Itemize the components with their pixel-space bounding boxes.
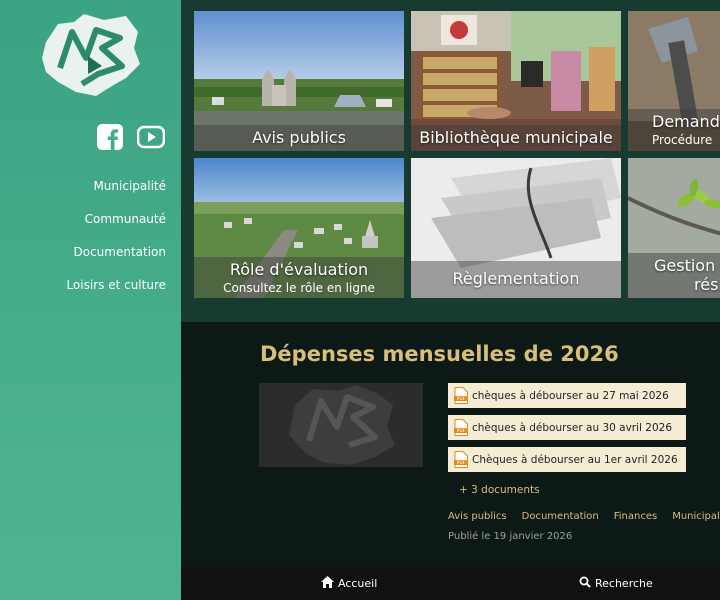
tags-list: Avis publics Documentation Finances Muni…: [448, 511, 720, 522]
search-label: Recherche: [595, 577, 653, 590]
more-documents-link[interactable]: + 3 documents: [459, 484, 540, 496]
facebook-icon[interactable]: [97, 124, 123, 154]
home-button[interactable]: Accueil: [321, 576, 377, 591]
tile-gestion-residus[interactable]: Gestion d rési: [628, 158, 720, 298]
home-label: Accueil: [338, 577, 378, 590]
tile-reglementation[interactable]: Règlementation: [411, 158, 621, 298]
menu-item-documentation[interactable]: Documentation: [66, 244, 166, 277]
tile-title: Bibliothèque municipale: [419, 128, 613, 147]
svg-text:PDF: PDF: [457, 460, 466, 466]
menu-item-communaute[interactable]: Communauté: [66, 211, 166, 244]
tile-demande[interactable]: Demande Procédure: [628, 11, 720, 151]
tag-link[interactable]: Avis publics: [448, 511, 507, 522]
svg-text:PDF: PDF: [457, 428, 466, 434]
svg-text:PDF: PDF: [457, 396, 466, 402]
tile-title: Demande: [652, 112, 720, 131]
section-thumbnail: [259, 383, 423, 467]
youtube-icon[interactable]: [136, 124, 166, 154]
pdf-icon: PDF: [454, 387, 468, 404]
tile-title: Rôle d'évaluation: [229, 260, 369, 279]
tile-title: Avis publics: [252, 128, 346, 147]
tile-title: Gestion d: [654, 256, 720, 275]
pdf-icon: PDF: [454, 451, 468, 468]
main-menu: Municipalité Communauté Documentation Lo…: [66, 178, 166, 310]
document-link[interactable]: PDF chèques à débourser au 27 mai 2026: [448, 383, 686, 408]
search-button[interactable]: Recherche: [579, 576, 653, 591]
document-label: chèques à débourser au 27 mai 2026: [472, 389, 669, 402]
tile-title: Règlementation: [452, 269, 580, 288]
pdf-icon: PDF: [454, 419, 468, 436]
sidebar: Municipalité Communauté Documentation Lo…: [0, 0, 181, 600]
main-area: Avis publics Bibliothèque municipale Dem…: [181, 0, 720, 600]
tile-subtitle: Consultez le rôle en ligne: [223, 281, 375, 295]
expenses-section: Dépenses mensuelles de 2026 PDF chèques …: [181, 322, 720, 567]
documents-list: PDF chèques à débourser au 27 mai 2026 P…: [448, 383, 686, 479]
tile-role-evaluation[interactable]: Rôle d'évaluation Consultez le rôle en l…: [194, 158, 404, 298]
tag-link[interactable]: Municipalité: [672, 511, 720, 522]
tile-avis-publics[interactable]: Avis publics: [194, 11, 404, 151]
bottom-navigation: Accueil Recherche: [181, 567, 720, 600]
quick-links-grid: Avis publics Bibliothèque municipale Dem…: [181, 0, 720, 322]
home-icon: [321, 576, 334, 591]
menu-item-municipalite[interactable]: Municipalité: [66, 178, 166, 211]
municipality-logo[interactable]: [38, 12, 142, 98]
tile-subtitle: rési: [694, 275, 720, 294]
document-label: chèques à débourser au 30 avril 2026: [472, 421, 673, 434]
search-icon: [579, 576, 591, 591]
tile-subtitle: Procédure: [652, 133, 713, 147]
tile-bibliotheque[interactable]: Bibliothèque municipale: [411, 11, 621, 151]
document-label: Chèques à débourser au 1er avril 2026: [472, 453, 678, 466]
published-date: Publié le 19 janvier 2026: [448, 531, 573, 542]
section-title: Dépenses mensuelles de 2026: [260, 342, 619, 366]
document-link[interactable]: PDF chèques à débourser au 30 avril 2026: [448, 415, 686, 440]
social-links: [97, 124, 166, 154]
document-link[interactable]: PDF Chèques à débourser au 1er avril 202…: [448, 447, 686, 472]
tag-link[interactable]: Finances: [614, 511, 657, 522]
tag-link[interactable]: Documentation: [522, 511, 599, 522]
menu-item-loisirs-culture[interactable]: Loisirs et culture: [66, 277, 166, 310]
